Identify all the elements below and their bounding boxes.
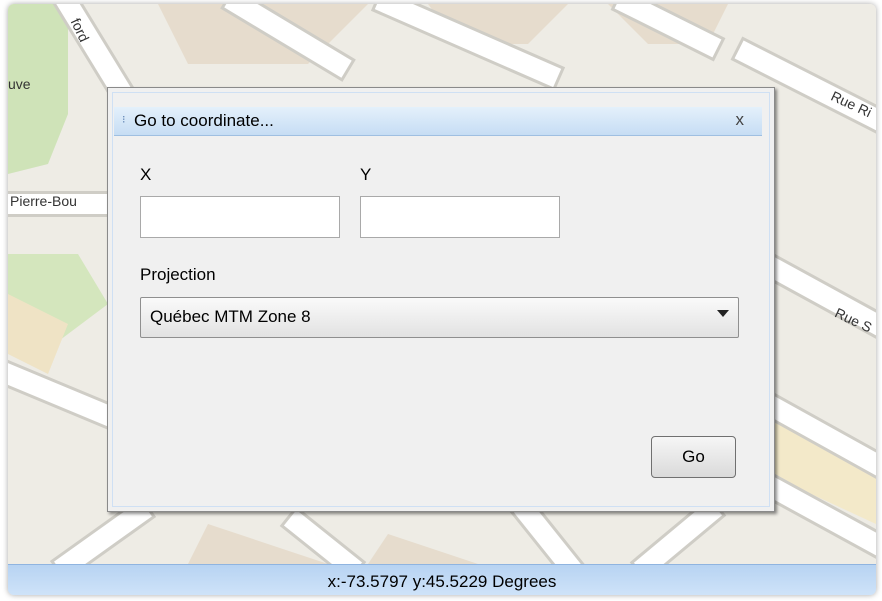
- close-icon[interactable]: x: [736, 110, 745, 130]
- go-to-coordinate-dialog: ⁝ Go to coordinate... x X Y Projection Q…: [107, 87, 775, 512]
- coordinate-readout: x:-73.5797 y:45.5229 Degrees: [327, 572, 557, 591]
- go-button[interactable]: Go: [651, 436, 736, 478]
- street-label: uve: [8, 76, 31, 92]
- drag-grip-icon[interactable]: ⁝: [122, 114, 126, 126]
- dialog-titlebar[interactable]: ⁝ Go to coordinate... x: [114, 107, 762, 136]
- projection-label: Projection: [140, 265, 216, 284]
- y-coordinate-input[interactable]: [360, 196, 560, 238]
- projection-dropdown[interactable]: Québec MTM Zone 8: [140, 297, 739, 338]
- street-label: Pierre-Bou: [10, 193, 77, 209]
- dialog-title: Go to coordinate...: [134, 111, 274, 130]
- status-bar: x:-73.5797 y:45.5229 Degrees: [8, 564, 876, 595]
- app-window: ford uve Pierre-Bou Rue Ri Rue S ⁝ Go to…: [8, 4, 876, 595]
- projection-selected-value: Québec MTM Zone 8: [150, 307, 311, 326]
- x-coordinate-input[interactable]: [140, 196, 340, 238]
- x-label: X: [140, 165, 152, 184]
- y-label: Y: [360, 165, 372, 184]
- chevron-down-icon[interactable]: [717, 310, 729, 317]
